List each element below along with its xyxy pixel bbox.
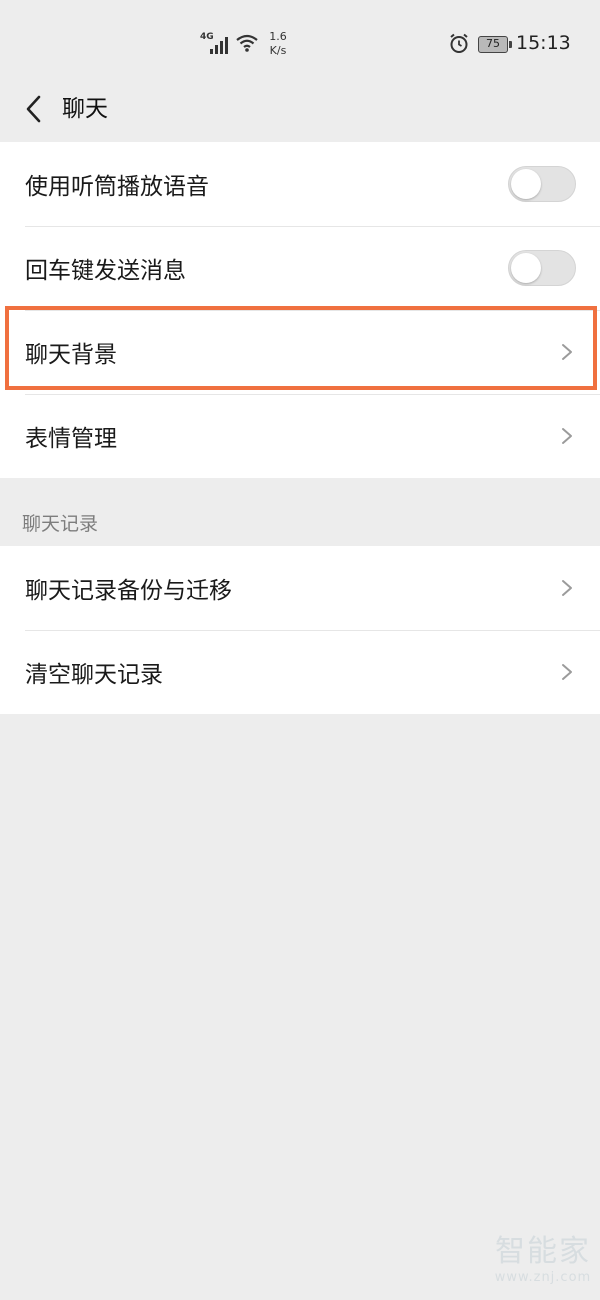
network-speed-unit: K/s [269,44,287,57]
setting-label: 清空聊天记录 [25,662,163,688]
chevron-right-icon [562,580,572,596]
alarm-icon [450,33,468,53]
earpiece-voice-toggle[interactable] [508,166,576,202]
watermark: 智能家 www.znj.com [488,1234,598,1286]
status-bar: 4G 1.6 K/s 75 15:13 [0,0,600,88]
setting-backup-migrate[interactable]: 聊天记录备份与迁移 [0,546,600,630]
enter-to-send-toggle[interactable] [508,250,576,286]
chevron-right-icon [562,428,572,444]
section-title-chat-history: 聊天记录 [22,513,99,535]
setting-clear-history[interactable]: 清空聊天记录 [0,630,600,714]
back-button[interactable] [16,92,50,126]
watermark-logo-text: 智能家 [495,1234,591,1269]
battery-icon: 75 [478,36,512,53]
chat-history-group: 聊天记录备份与迁移 清空聊天记录 [0,546,600,714]
watermark-url: www.znj.com [494,1270,592,1285]
chevron-right-icon [562,344,572,360]
setting-label: 表情管理 [25,426,117,452]
setting-enter-to-send: 回车键发送消息 [0,226,600,310]
setting-earpiece-voice: 使用听筒播放语音 [0,142,600,226]
toggle-knob [511,253,541,283]
setting-label: 聊天记录备份与迁移 [25,578,232,604]
setting-label: 聊天背景 [25,342,117,368]
setting-label: 回车键发送消息 [25,258,186,284]
page-title: 聊天 [62,96,108,122]
setting-sticker-management[interactable]: 表情管理 [0,394,600,478]
network-speed-value: 1.6 [269,30,287,43]
nav-header: 聊天 [0,88,600,142]
network-speed: 1.6 K/s [266,30,290,58]
setting-chat-background[interactable]: 聊天背景 [0,310,600,394]
setting-label: 使用听筒播放语音 [25,174,209,200]
toggle-knob [511,169,541,199]
chevron-right-icon [562,664,572,680]
clock-time: 15:13 [516,32,571,54]
wifi-icon [236,34,258,52]
back-arrow-icon [26,95,41,123]
chat-settings-group: 使用听筒播放语音 回车键发送消息 聊天背景 表情管理 [0,142,600,478]
